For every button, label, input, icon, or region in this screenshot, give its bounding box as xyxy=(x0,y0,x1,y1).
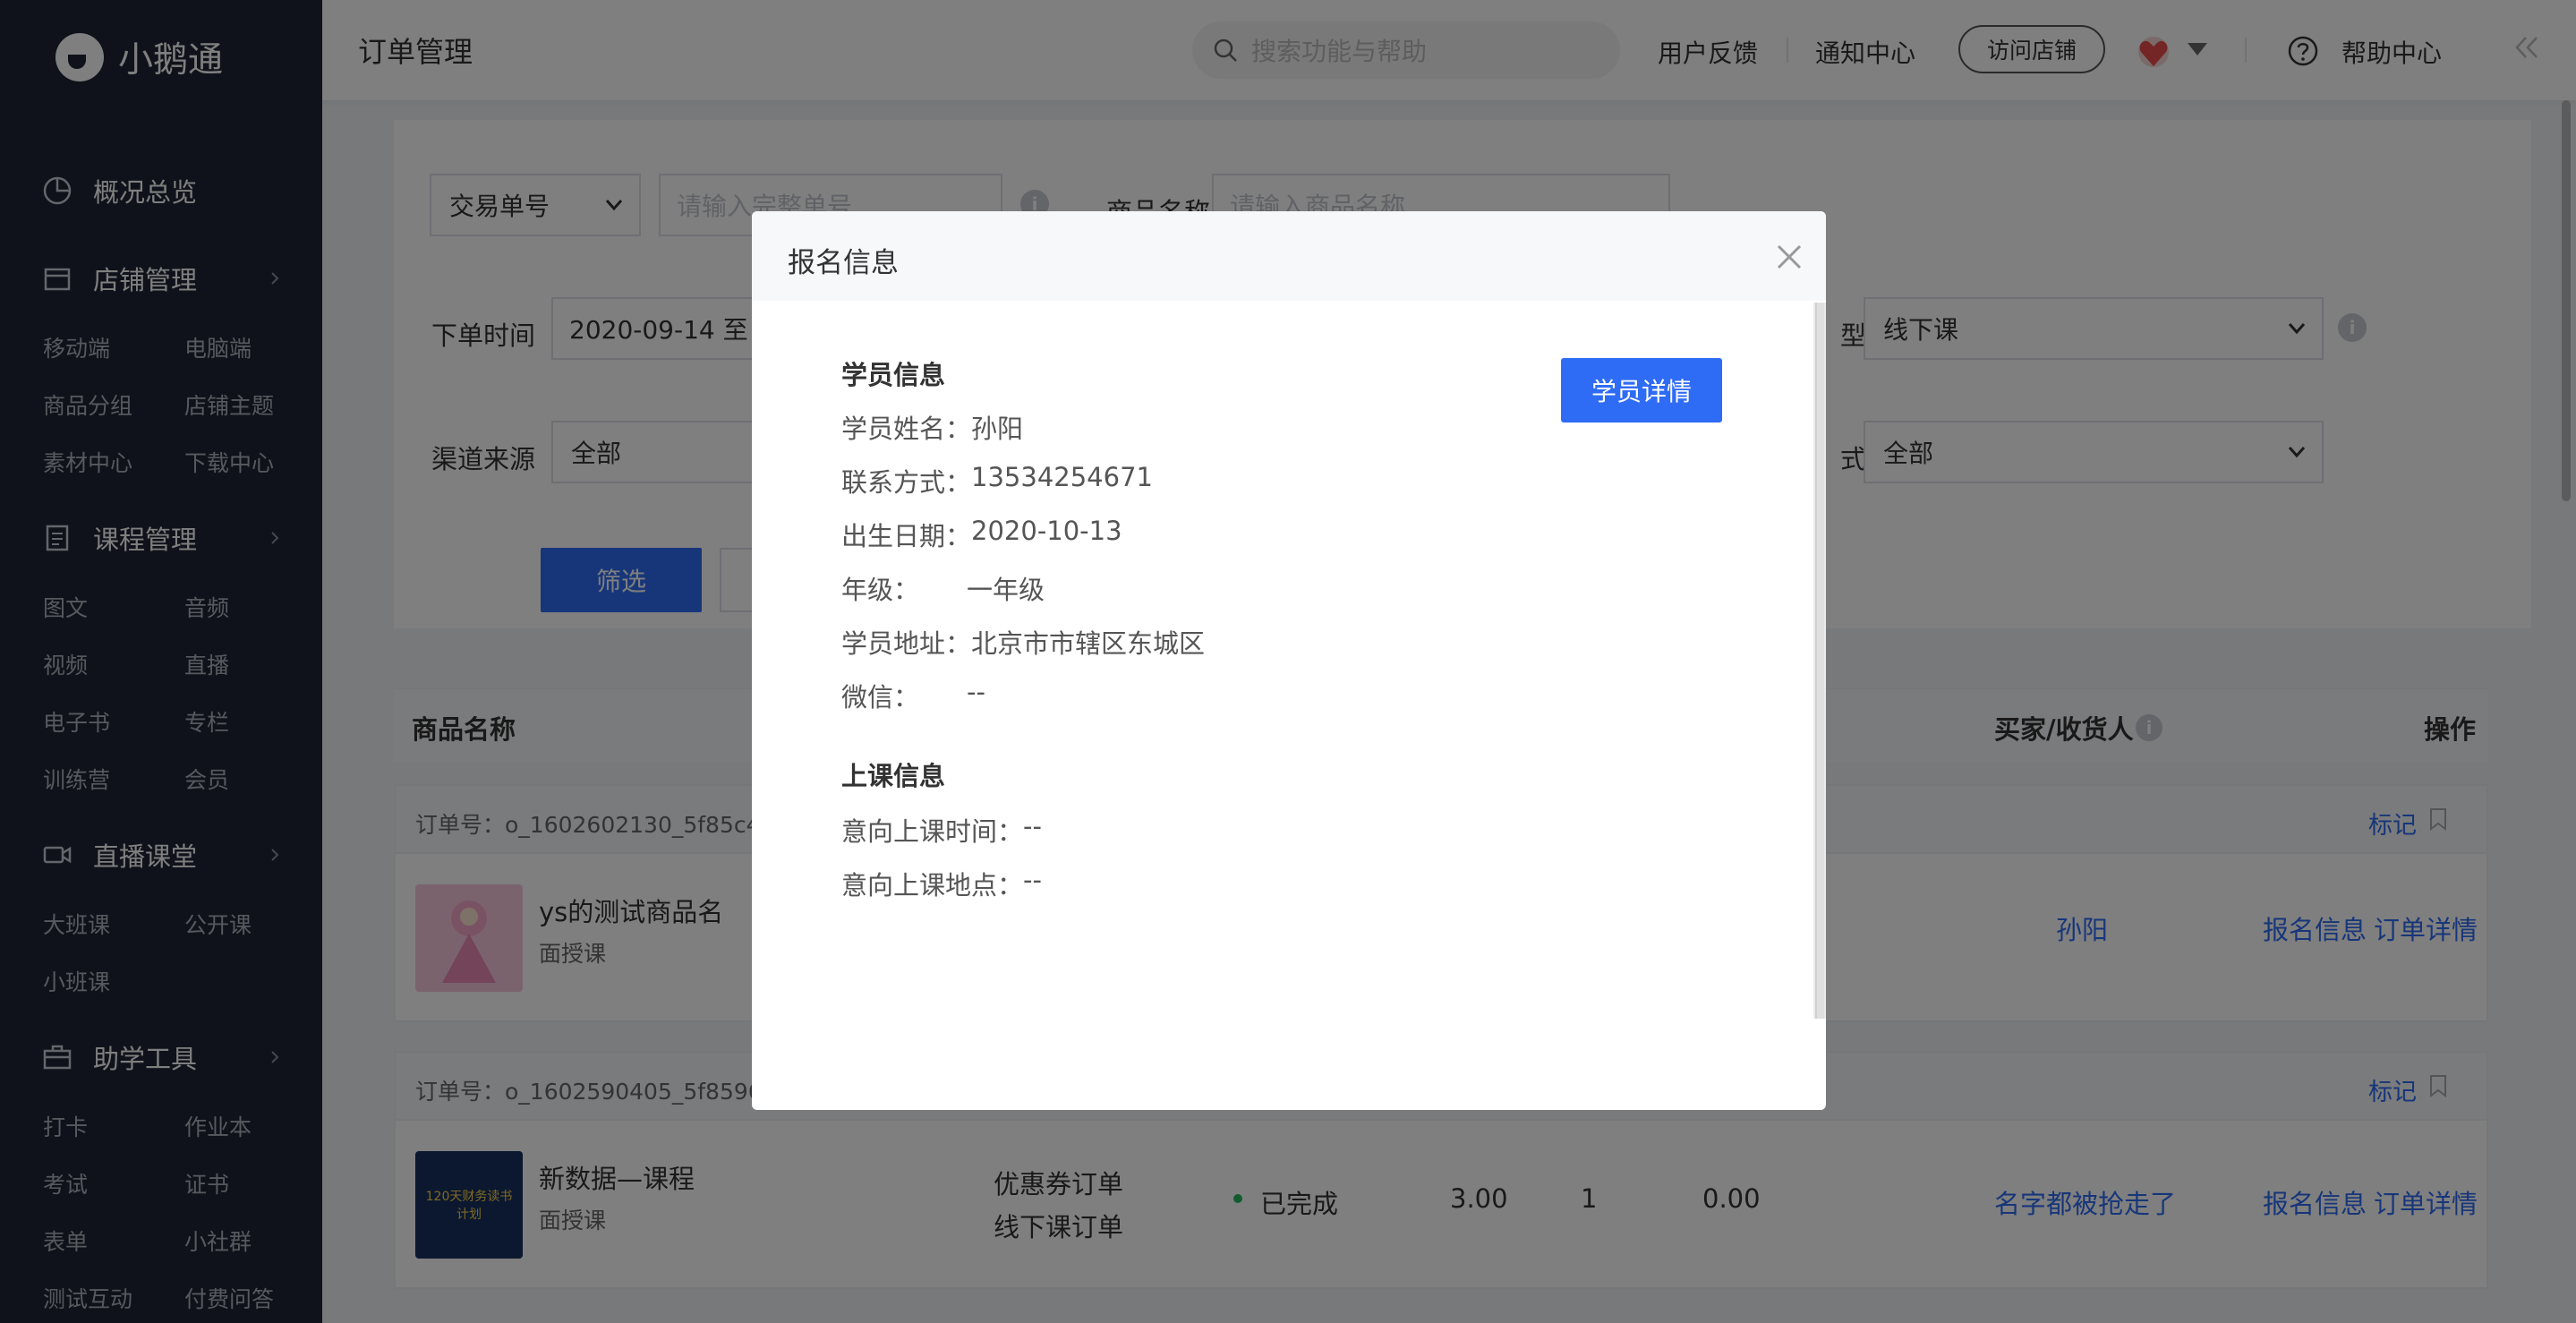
intended-time-value: -- xyxy=(1023,811,1042,841)
close-icon[interactable] xyxy=(1776,243,1803,270)
grade-row: 年级： 一年级 xyxy=(841,569,1045,607)
student-detail-button[interactable]: 学员详情 xyxy=(1561,358,1722,423)
field-label: 微信： xyxy=(841,682,920,713)
address-row: 学员地址： 北京市市辖区东城区 xyxy=(841,623,1205,661)
address-value: 北京市市辖区东城区 xyxy=(971,628,1206,659)
contact-row: 联系方式： 13534254671 xyxy=(841,462,1153,499)
signup-info-dialog: 报名信息 学员信息 学员详情 学员姓名： 孙阳 联系方式： 1353425467… xyxy=(752,211,1826,1110)
birthday-row: 出生日期： 2020-10-13 xyxy=(841,516,1122,553)
student-name-value: 孙阳 xyxy=(971,414,1024,444)
contact-value: 13534254671 xyxy=(971,462,1153,492)
intended-place-value: -- xyxy=(1023,865,1042,895)
wechat-row: 微信： -- xyxy=(841,677,985,714)
field-label: 联系方式： xyxy=(841,467,972,498)
intended-time-row: 意向上课时间： -- xyxy=(841,811,1042,849)
field-label: 年级： xyxy=(841,575,920,605)
dialog-body: 学员信息 学员详情 学员姓名： 孙阳 联系方式： 13534254671 出生日… xyxy=(752,301,1826,1110)
class-info-heading: 上课信息 xyxy=(841,761,946,791)
student-name-row: 学员姓名： 孙阳 xyxy=(841,408,1023,446)
field-label: 出生日期： xyxy=(841,521,972,551)
field-label: 意向上课时间： xyxy=(841,816,1024,847)
grade-value: 一年级 xyxy=(967,575,1045,605)
dialog-title: 报名信息 xyxy=(788,247,899,279)
intended-place-row: 意向上课地点： -- xyxy=(841,865,1042,902)
field-label: 意向上课地点： xyxy=(841,870,1024,900)
wechat-value: -- xyxy=(967,677,985,707)
birthday-value: 2020-10-13 xyxy=(971,516,1122,546)
dialog-scrollbar[interactable] xyxy=(1813,303,1826,1019)
field-label: 学员姓名： xyxy=(841,414,972,444)
student-info-heading: 学员信息 xyxy=(841,360,946,390)
dialog-header: 报名信息 xyxy=(752,211,1826,301)
scrollbar-thumb[interactable] xyxy=(1815,303,1824,1019)
field-label: 学员地址： xyxy=(841,628,972,659)
